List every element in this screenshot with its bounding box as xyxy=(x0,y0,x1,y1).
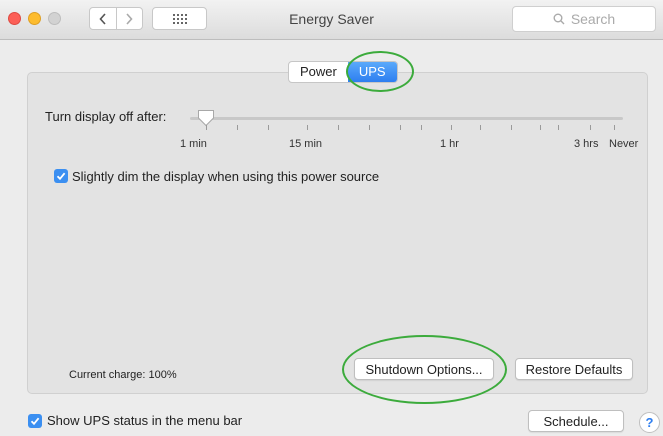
current-charge-text: Current charge: 100% xyxy=(69,369,177,381)
show-ups-status-label[interactable]: Show UPS status in the menu bar xyxy=(47,413,242,428)
help-icon: ? xyxy=(645,415,654,430)
checkmark-icon xyxy=(56,172,66,181)
tick-label-3-hrs: 3 hrs xyxy=(574,138,599,150)
shutdown-options-button[interactable]: Shutdown Options... xyxy=(354,358,494,380)
search-placeholder: Search xyxy=(570,11,616,27)
tick-label-never: Never xyxy=(609,138,639,150)
tab-power[interactable]: Power xyxy=(289,62,348,82)
tab-ups[interactable]: UPS xyxy=(347,62,397,82)
dim-display-checkbox[interactable] xyxy=(54,169,68,183)
search-icon xyxy=(553,13,565,25)
restore-defaults-button[interactable]: Restore Defaults xyxy=(515,358,633,380)
display-sleep-slider-track[interactable] xyxy=(190,117,623,120)
display-off-label: Turn display off after: xyxy=(45,109,167,124)
search-field[interactable]: Search xyxy=(512,6,656,32)
tick-label-15-min: 15 min xyxy=(289,138,323,150)
tick-label-1-min: 1 min xyxy=(180,138,207,150)
title-bar: Energy Saver Search xyxy=(0,0,663,40)
tick-label-1-hr: 1 hr xyxy=(440,138,459,150)
checkmark-icon xyxy=(30,417,40,426)
dim-display-label[interactable]: Slightly dim the display when using this… xyxy=(72,169,379,184)
show-ups-status-checkbox[interactable] xyxy=(28,414,42,428)
help-button[interactable]: ? xyxy=(639,412,660,433)
schedule-button[interactable]: Schedule... xyxy=(528,410,624,432)
power-source-tabs: Power UPS xyxy=(288,61,398,83)
